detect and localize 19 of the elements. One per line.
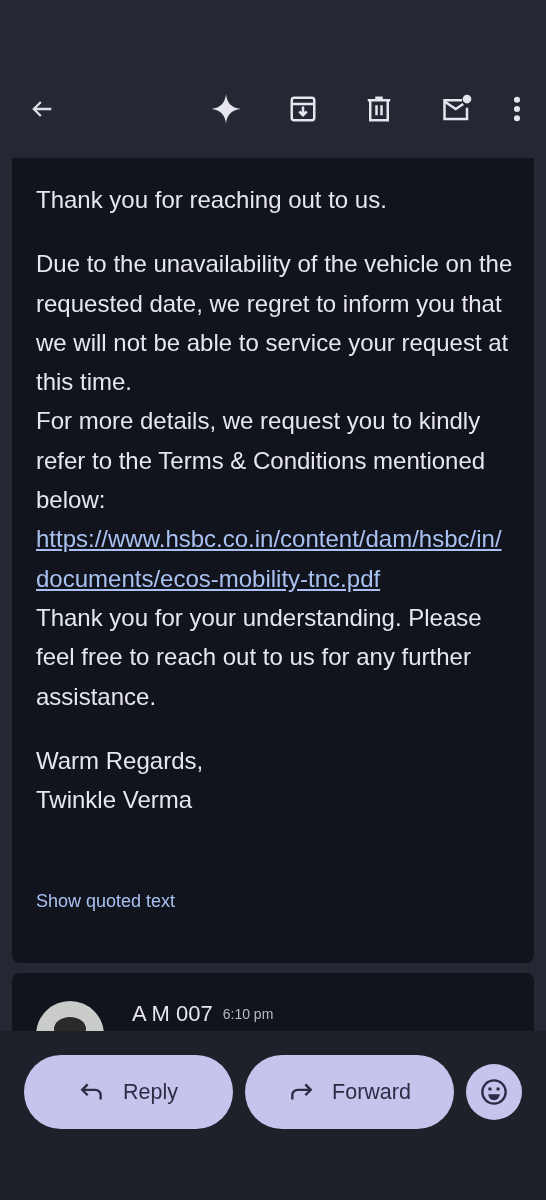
link[interactable]: https://www.hsbc.co.in/content/dam/hsbc/in/documents/ecos-mobility-tnc.pdf (36, 519, 514, 598)
emoji-reaction-button[interactable] (466, 1064, 522, 1120)
body-text: Twinkle Verma (36, 785, 194, 816)
smiley-icon (480, 1078, 508, 1106)
more-icon (512, 95, 522, 123)
reply-button[interactable]: Reply (24, 1055, 233, 1129)
sparkle-icon (210, 93, 242, 125)
body-text: Warm Regards, (36, 745, 205, 776)
body-text: Thank you for your understanding. Please feel free to reach out to us for any further assistance. (36, 602, 483, 712)
show-quoted-text-link[interactable]: Show quoted text (36, 889, 514, 914)
sender-name: A M 007 (132, 1001, 213, 1028)
forward-arrow-icon (288, 1081, 315, 1103)
message-time: 6:10 pm (222, 1005, 274, 1025)
archive-icon (288, 94, 318, 124)
body-text: Due to the unavailability of the vehicle on the requested date, we regret to inform you that we will not be able to service your request at this time. (36, 249, 514, 398)
reply-arrow-icon (79, 1081, 105, 1103)
forward-button[interactable]: Forward (245, 1055, 454, 1129)
body-text: Thank you for reaching out to us. (36, 185, 388, 215)
body-text: For more details, we request you to kindly refer to the Terms & Conditions mentioned below: (36, 406, 487, 516)
